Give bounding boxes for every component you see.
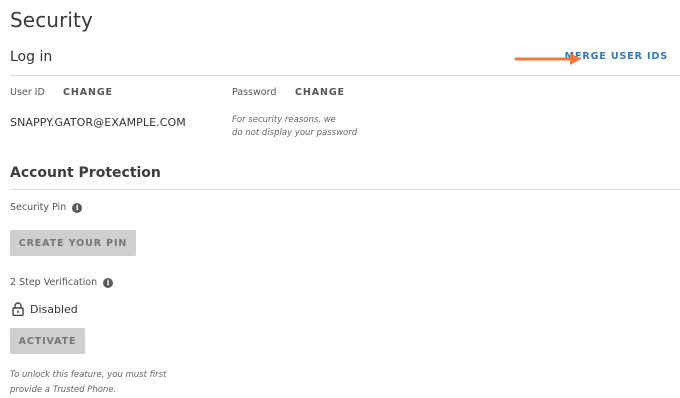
user-id-label: User ID bbox=[10, 87, 45, 98]
status-text: Disabled bbox=[30, 302, 78, 316]
info-icon[interactable]: i bbox=[72, 202, 83, 213]
security-pin-label: Security Pin i bbox=[10, 202, 83, 213]
password-note: For security reasons, we do not display … bbox=[232, 114, 392, 140]
security-pin-label-text: Security Pin bbox=[10, 202, 67, 213]
unlock-note-line-1: To unlock this feature, you must first bbox=[10, 370, 167, 380]
change-password-link[interactable]: CHANGE bbox=[295, 87, 345, 98]
user-email-value: SNAPPY.GATOR@EXAMPLE.COM bbox=[10, 116, 186, 129]
two-step-label-text: 2 Step Verification bbox=[10, 277, 98, 288]
create-pin-button[interactable]: CREATE YOUR PIN bbox=[10, 230, 136, 256]
password-note-line-2: do not display your password bbox=[232, 128, 358, 138]
protection-divider bbox=[10, 189, 680, 190]
activate-button[interactable]: ACTIVATE bbox=[10, 328, 85, 354]
login-section-title: Log in bbox=[10, 49, 53, 65]
change-user-id-link[interactable]: CHANGE bbox=[63, 87, 113, 98]
info-icon[interactable]: i bbox=[103, 277, 114, 288]
login-divider bbox=[10, 75, 680, 76]
verification-status: Disabled bbox=[12, 302, 78, 316]
arrow-right-icon bbox=[514, 53, 581, 65]
lock-icon bbox=[12, 302, 24, 316]
password-label: Password bbox=[232, 87, 277, 98]
page-title: Security bbox=[10, 8, 93, 32]
unlock-note-line-2: provide a Trusted Phone. bbox=[10, 385, 117, 395]
two-step-verification-label: 2 Step Verification i bbox=[10, 277, 114, 288]
account-protection-title: Account Protection bbox=[10, 165, 161, 181]
unlock-note: To unlock this feature, you must first p… bbox=[10, 368, 180, 398]
password-note-line-1: For security reasons, we bbox=[232, 115, 336, 125]
